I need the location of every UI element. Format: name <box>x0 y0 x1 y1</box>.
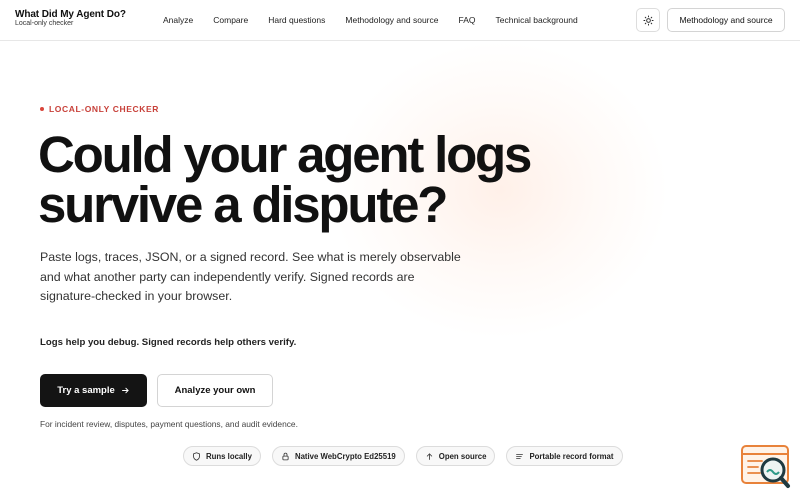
nav-compare[interactable]: Compare <box>213 15 248 25</box>
theme-toggle-button[interactable] <box>636 8 660 32</box>
headline-line-2: survive a dispute? <box>38 176 448 233</box>
eyebrow-text: LOCAL-ONLY CHECKER <box>49 104 159 114</box>
nav-analyze[interactable]: Analyze <box>163 15 193 25</box>
tagline: Logs help you debug. Signed records help… <box>40 337 297 348</box>
brand-subtitle: Local-only checker <box>15 20 74 27</box>
arrow-right-icon <box>121 387 129 394</box>
lead-line-1: Paste logs, traces, JSON, or a signed re… <box>40 250 461 264</box>
brand-title: What Did My Agent Do? <box>15 9 126 20</box>
nav-faq[interactable]: FAQ <box>458 15 475 25</box>
pill-runs-locally: Runs locally <box>183 446 261 466</box>
nav-methodology[interactable]: Methodology and source <box>345 15 438 25</box>
analyze-own-button[interactable]: Analyze your own <box>157 374 273 407</box>
sun-icon <box>642 14 654 26</box>
pill-label: Portable record format <box>529 451 614 461</box>
try-sample-button[interactable]: Try a sample <box>40 374 147 407</box>
lead-line-3: signature-checked in your browser. <box>40 289 233 303</box>
help-widget-button[interactable] <box>740 443 792 491</box>
search-document-icon <box>741 445 790 488</box>
pill-webcrypto: Native WebCrypto Ed25519 <box>271 446 405 466</box>
eyebrow: LOCAL-ONLY CHECKER <box>40 104 159 114</box>
eyebrow-dot <box>40 107 44 111</box>
nav-technical-background[interactable]: Technical background <box>496 15 578 25</box>
methodology-header-button[interactable]: Methodology and source <box>667 8 785 32</box>
lines-icon <box>516 453 524 459</box>
arrow-up-icon <box>426 452 432 460</box>
lead-paragraph: Paste logs, traces, JSON, or a signed re… <box>40 248 461 307</box>
headline-line-1: Could your agent logs <box>38 126 532 183</box>
pill-open-source[interactable]: Open source <box>415 446 496 466</box>
nav-hard-questions[interactable]: Hard questions <box>268 15 325 25</box>
lead-line-2: and what another party can independently… <box>40 269 415 284</box>
pill-label: Native WebCrypto Ed25519 <box>294 451 396 461</box>
brand[interactable]: What Did My Agent Do? Local-only checker <box>15 9 126 27</box>
shield-icon <box>193 451 200 461</box>
page-title: Could your agent logs survive a dispute? <box>38 126 598 233</box>
top-header: What Did My Agent Do? Local-only checker… <box>0 0 800 41</box>
lock-icon <box>282 452 289 460</box>
try-sample-label: Try a sample <box>57 385 115 396</box>
pill-label: Open source <box>438 451 487 461</box>
feature-pills: Runs locally Native WebCrypto Ed25519 Op… <box>183 446 634 466</box>
pill-portable-format: Portable record format <box>506 446 623 466</box>
pill-label: Runs locally <box>206 451 252 461</box>
main-nav: Analyze Compare Hard questions Methodolo… <box>163 15 598 25</box>
use-cases-note: For incident review, disputes, payment q… <box>40 419 298 429</box>
